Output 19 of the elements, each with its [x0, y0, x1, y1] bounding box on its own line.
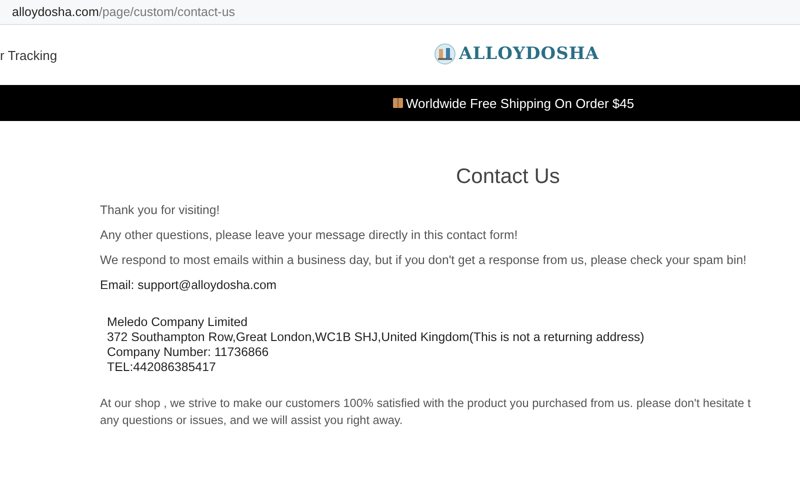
- paragraph: Any other questions, please leave your message directly in this contact form!: [100, 228, 519, 242]
- logo-icon: [434, 43, 456, 65]
- closing-text-line: any questions or issues, and we will assist you right away.: [100, 413, 404, 427]
- nav-link[interactable]: r Tracking: [0, 48, 58, 62]
- url-path: /page/custom/contact-us: [98, 5, 236, 19]
- closing-text-line: At our shop , we strive to make our customers 100% satisfied with the product you purchased from us. please don't hesitate t: [100, 396, 752, 410]
- package-icon: [392, 97, 404, 109]
- company-info-line: Meledo Company Limited: [107, 315, 248, 329]
- email-text: Email: support@alloydosha.com: [100, 278, 278, 292]
- company-info-line: TEL:442086385417: [107, 360, 217, 374]
- paragraph: Thank you for visiting!: [100, 203, 221, 217]
- company-info-line: 372 Southampton Row,Great London,WC1B SHJ,United Kingdom(This is not a returning address): [107, 330, 646, 344]
- url-domain: alloydosha.com: [12, 5, 99, 19]
- page-title: Contact Us: [456, 165, 561, 189]
- address-bar[interactable]: alloydosha.com/page/custom/contact-us: [0, 0, 800, 25]
- paragraph: We respond to most emails within a business day, but if you don't get a response from us, please check your spam bin!: [100, 253, 748, 267]
- company-info-line: Company Number: 11736866: [107, 345, 270, 359]
- logo-text[interactable]: ALLOYDOSHA: [459, 44, 600, 64]
- announcement-text: Worldwide Free Shipping On Order $45: [406, 96, 634, 110]
